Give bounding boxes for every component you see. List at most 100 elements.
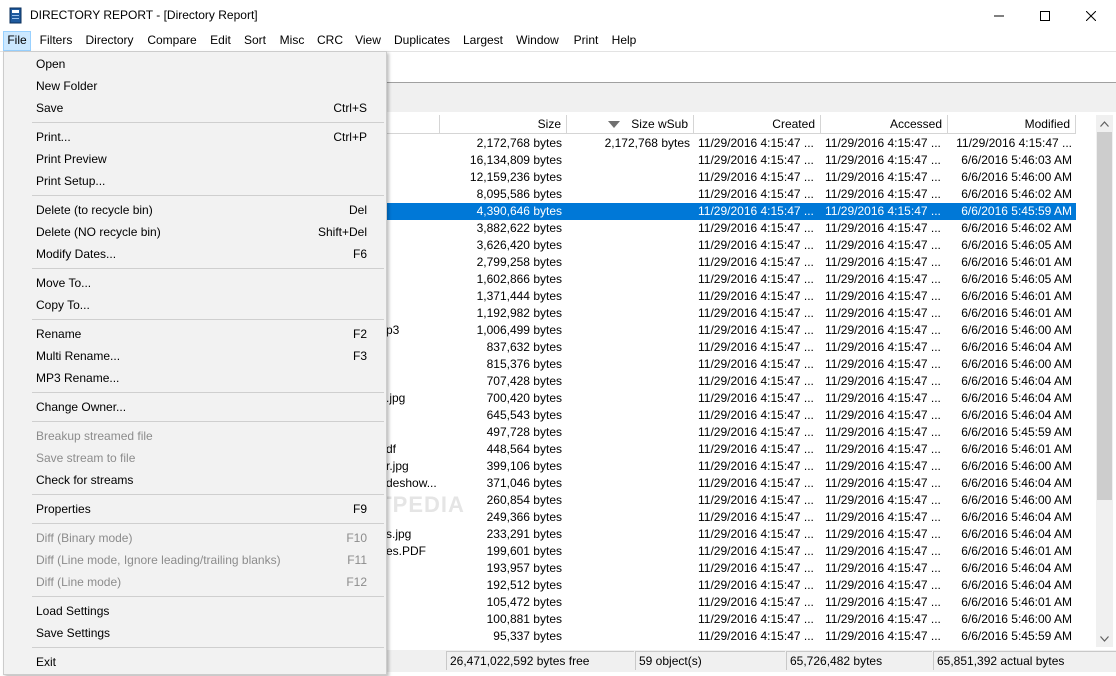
menu-item-change-owner[interactable]: Change Owner... <box>4 396 386 418</box>
menu-item-copy-to[interactable]: Copy To... <box>4 294 386 316</box>
menu-item-modify-dates[interactable]: Modify Dates... F6 <box>4 243 386 265</box>
menu-item-print-preview[interactable]: Print Preview <box>4 148 386 170</box>
menu-item-move-to[interactable]: Move To... <box>4 272 386 294</box>
table-row[interactable]: r.jpg 399,106 bytes 11/29/2016 4:15:47 ...… <box>386 458 1076 475</box>
chevron-up-icon <box>1100 120 1109 127</box>
scrollbar-thumb[interactable] <box>1097 132 1112 500</box>
menu-filters[interactable]: Filters <box>37 31 75 51</box>
menu-item-check-for-streams[interactable]: Check for streams <box>4 469 386 491</box>
menu-item-save[interactable]: Save Ctrl+S <box>4 97 386 119</box>
menu-item-print[interactable]: Print... Ctrl+P <box>4 126 386 148</box>
table-row[interactable]: 105,472 bytes 11/29/2016 4:15:47 ... 11/29… <box>386 594 1076 611</box>
column-header-size-wsub[interactable]: Size wSub <box>567 115 694 134</box>
menu-file[interactable]: File <box>3 31 31 51</box>
cell-accessed: 11/29/2016 4:15:47 ... <box>825 374 941 388</box>
cell-accessed: 11/29/2016 4:15:47 ... <box>825 578 941 592</box>
scroll-down-button[interactable] <box>1096 630 1113 647</box>
table-row[interactable]: 8,095,586 bytes 11/29/2016 4:15:47 ... 11/… <box>386 186 1076 203</box>
table-row[interactable]: 249,366 bytes 11/29/2016 4:15:47 ... 11/29… <box>386 509 1076 526</box>
table-row[interactable]: p3 1,006,499 bytes 11/29/2016 4:15:47 ... 1… <box>386 322 1076 339</box>
minimize-button[interactable] <box>976 0 1022 31</box>
table-row[interactable]: 1,602,866 bytes 11/29/2016 4:15:47 ... 11/… <box>386 271 1076 288</box>
menu-help[interactable]: Help <box>609 31 639 51</box>
menu-item-shortcut: Ctrl+S <box>333 101 367 115</box>
table-row[interactable]: 1,192,982 bytes 11/29/2016 4:15:47 ... 11/… <box>386 305 1076 322</box>
menu-window[interactable]: Window <box>512 31 563 51</box>
column-header-accessed[interactable]: Accessed <box>821 115 948 134</box>
table-row[interactable]: 1,371,444 bytes 11/29/2016 4:15:47 ... 11/… <box>386 288 1076 305</box>
file-list[interactable]: 2,172,768 bytes 2,172,768 bytes 11/29/2016… <box>386 135 1096 647</box>
menu-item-multi-rename[interactable]: Multi Rename... F3 <box>4 345 386 367</box>
table-row[interactable]: 16,134,809 bytes 11/29/2016 4:15:47 ... 11… <box>386 152 1076 169</box>
cell-modified: 6/6/2016 5:46:04 AM <box>961 408 1072 422</box>
column-header-size[interactable]: Size <box>440 115 567 134</box>
cell-modified: 6/6/2016 5:46:01 AM <box>961 595 1072 609</box>
table-row[interactable]: 2,172,768 bytes 2,172,768 bytes 11/29/2016… <box>386 135 1076 152</box>
column-header-name[interactable] <box>386 115 440 134</box>
menu-directory[interactable]: Directory <box>82 31 137 51</box>
menu-print[interactable]: Print <box>570 31 602 51</box>
table-row[interactable]: 497,728 bytes 11/29/2016 4:15:47 ... 11/29… <box>386 424 1076 441</box>
table-row[interactable]: deshow... 371,046 bytes 11/29/2016 4:15:47… <box>386 475 1076 492</box>
table-row[interactable]: es.PDF 199,601 bytes 11/29/2016 4:15:47 ..… <box>386 543 1076 560</box>
menu-duplicates[interactable]: Duplicates <box>391 31 453 51</box>
menu-largest[interactable]: Largest <box>460 31 506 51</box>
menu-item-open[interactable]: Open <box>4 53 386 75</box>
table-row[interactable]: 260,854 bytes 11/29/2016 4:15:47 ... 11/29… <box>386 492 1076 509</box>
table-row[interactable]: 4,390,646 bytes 11/29/2016 4:15:47 ... 11/… <box>386 203 1076 220</box>
table-row[interactable]: 3,882,622 bytes 11/29/2016 4:15:47 ... 11/… <box>386 220 1076 237</box>
table-row[interactable]: 100,881 bytes 11/29/2016 4:15:47 ... 11/29… <box>386 611 1076 628</box>
table-row[interactable]: 815,376 bytes 11/29/2016 4:15:47 ... 11/29… <box>386 356 1076 373</box>
table-row[interactable]: df 448,564 bytes 11/29/2016 4:15:47 ... 11/… <box>386 441 1076 458</box>
menu-item-label: Open <box>36 57 66 71</box>
vertical-scrollbar[interactable] <box>1096 115 1113 647</box>
cell-accessed: 11/29/2016 4:15:47 ... <box>825 408 941 422</box>
menu-edit[interactable]: Edit <box>207 31 234 51</box>
menu-item-load-settings[interactable]: Load Settings <box>4 600 386 622</box>
menu-separator <box>32 596 384 597</box>
menu-item-delete-no-recycle-bin[interactable]: Delete (NO recycle bin) Shift+Del <box>4 221 386 243</box>
cell-size-wsub <box>566 594 690 611</box>
cell-modified: 6/6/2016 5:46:05 AM <box>961 272 1072 286</box>
menu-compare[interactable]: Compare <box>144 31 200 51</box>
menu-item-shortcut: F9 <box>352 502 367 516</box>
cell-size: 199,601 bytes <box>486 544 562 558</box>
menu-misc[interactable]: Misc <box>276 31 308 51</box>
menu-item-properties[interactable]: Properties F9 <box>4 498 386 520</box>
title-bar: DIRECTORY REPORT - [Directory Report] <box>0 0 1116 31</box>
cell-size-wsub <box>566 254 690 271</box>
menu-sort[interactable]: Sort <box>241 31 269 51</box>
menu-item-exit[interactable]: Exit <box>4 651 386 673</box>
cell-size: 645,543 bytes <box>486 408 562 422</box>
table-row[interactable]: 2,799,258 bytes 11/29/2016 4:15:47 ... 11/… <box>386 254 1076 271</box>
table-row[interactable]: 645,543 bytes 11/29/2016 4:15:47 ... 11/29… <box>386 407 1076 424</box>
table-row[interactable]: .jpg 700,420 bytes 11/29/2016 4:15:47 ... 1… <box>386 390 1076 407</box>
column-header-created[interactable]: Created <box>694 115 821 134</box>
cell-modified: 6/6/2016 5:46:01 AM <box>961 255 1072 269</box>
cell-size: 448,564 bytes <box>486 442 562 456</box>
table-row[interactable]: 193,957 bytes 11/29/2016 4:15:47 ... 11/29… <box>386 560 1076 577</box>
table-row[interactable]: s.jpg 233,291 bytes 11/29/2016 4:15:47 ...… <box>386 526 1076 543</box>
menu-item-rename[interactable]: Rename F2 <box>4 323 386 345</box>
menu-view[interactable]: View <box>352 31 384 51</box>
table-row[interactable]: 707,428 bytes 11/29/2016 4:15:47 ... 11/29… <box>386 373 1076 390</box>
menu-item-save-settings[interactable]: Save Settings <box>4 622 386 644</box>
menu-item-new-folder[interactable]: New Folder <box>4 75 386 97</box>
menu-item-print-setup[interactable]: Print Setup... <box>4 170 386 192</box>
maximize-button[interactable] <box>1022 0 1068 31</box>
scroll-up-button[interactable] <box>1096 115 1113 132</box>
table-row[interactable]: 192,512 bytes 11/29/2016 4:15:47 ... 11/29… <box>386 577 1076 594</box>
menu-item-delete-to-recycle-bin[interactable]: Delete (to recycle bin) Del <box>4 199 386 221</box>
table-row[interactable]: 12,159,236 bytes 11/29/2016 4:15:47 ... 11… <box>386 169 1076 186</box>
table-row[interactable]: 95,337 bytes 11/29/2016 4:15:47 ... 11/29/… <box>386 628 1076 645</box>
cell-created: 11/29/2016 4:15:47 ... <box>698 459 814 473</box>
cell-size: 1,602,866 bytes <box>476 272 562 286</box>
table-row[interactable]: 837,632 bytes 11/29/2016 4:15:47 ... 11/29… <box>386 339 1076 356</box>
menu-separator <box>32 494 384 495</box>
table-row[interactable]: 3,626,420 bytes 11/29/2016 4:15:47 ... 11/… <box>386 237 1076 254</box>
cell-name <box>386 288 440 305</box>
column-header-modified[interactable]: Modified <box>948 115 1076 134</box>
close-button[interactable] <box>1068 0 1114 31</box>
menu-crc[interactable]: CRC <box>315 31 345 51</box>
menu-item-mp3-rename[interactable]: MP3 Rename... <box>4 367 386 389</box>
